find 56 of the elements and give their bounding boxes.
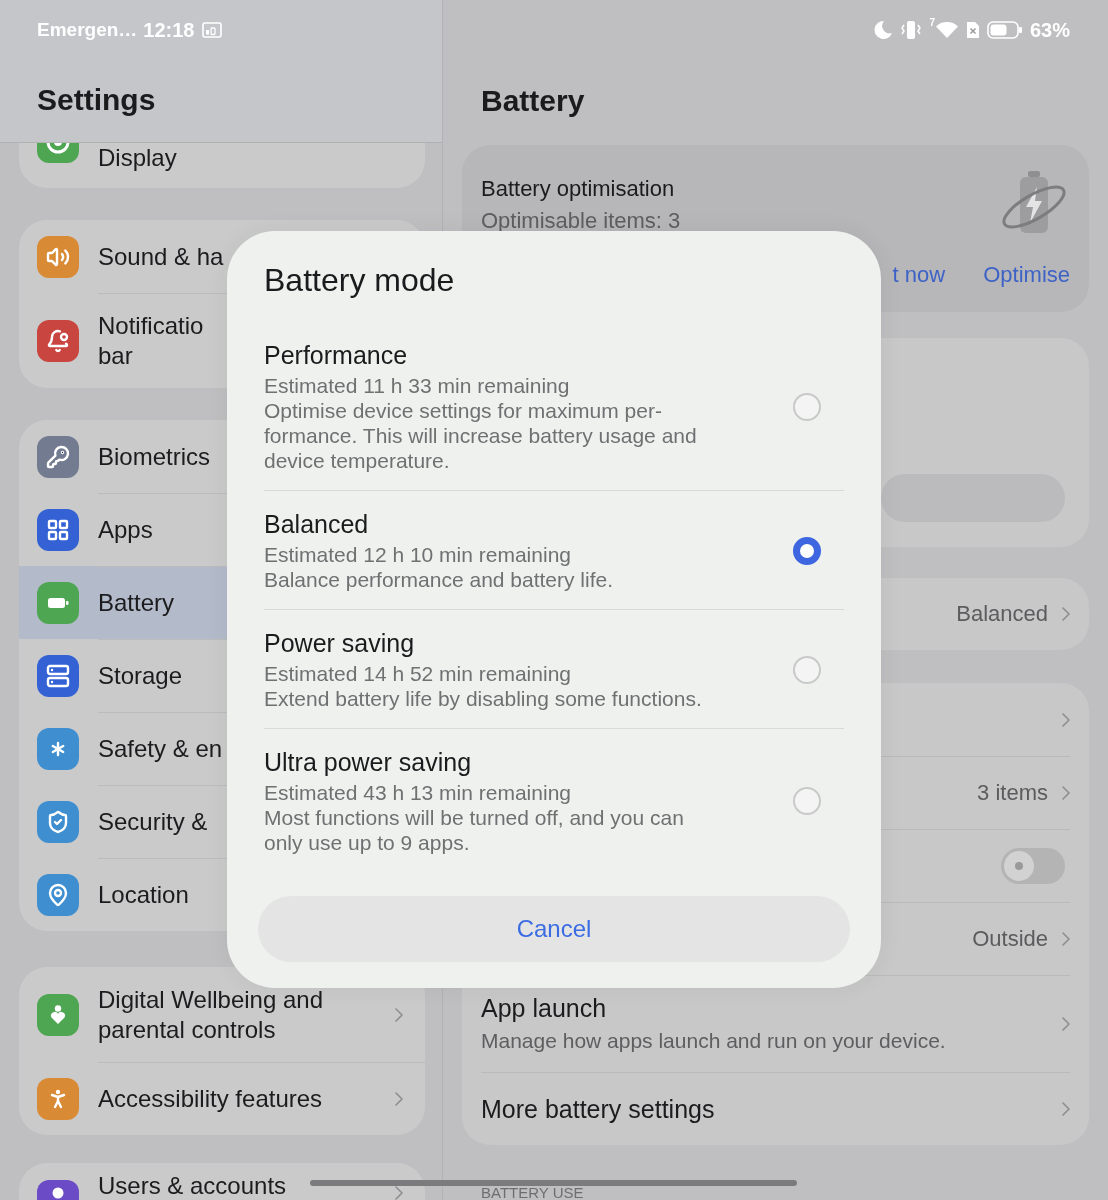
moon-icon: [873, 20, 894, 40]
sidebar-item[interactable]: Sound & ha: [19, 220, 227, 293]
radio-button[interactable]: [793, 655, 821, 684]
option-description: Most functions will be turned off, and you can only use up to 9 apps.: [264, 805, 684, 855]
row-value: Outside: [972, 925, 1048, 953]
clock: 12:18: [143, 18, 195, 42]
screen-icon: [202, 22, 223, 38]
row-value: Balanced: [956, 600, 1048, 628]
chevron-icon: [1062, 1017, 1070, 1031]
cancel-button[interactable]: Cancel: [258, 896, 850, 962]
toggle-switch[interactable]: [1001, 848, 1065, 884]
option-description: Optimise device settings for maximum per- formance. This will increase battery usage and device temperature.: [264, 398, 697, 473]
chevron-icon: [1062, 712, 1070, 727]
sidebar-item[interactable]: Battery: [19, 566, 227, 639]
option-title: Power saving: [264, 628, 415, 658]
sim-icon: [965, 21, 980, 39]
option-title: Ultra power saving: [264, 747, 472, 777]
chevron-icon: [1062, 932, 1070, 946]
sidebar-item[interactable]: Location: [19, 858, 227, 931]
sidebar-item[interactable]: Display: [19, 143, 227, 188]
row-value: 3 items: [977, 779, 1048, 807]
vibrate-icon: [900, 20, 923, 40]
radio-button[interactable]: [793, 787, 821, 815]
radio-button[interactable]: [793, 392, 821, 421]
chevron-icon: [1062, 786, 1070, 800]
sidebar-item[interactable]: Accessibility features: [19, 1062, 425, 1135]
battery-percent: 63%: [1029, 18, 1070, 42]
option-description: Balance performance and battery life.: [264, 567, 614, 592]
page-title: Battery: [481, 83, 585, 119]
row-subtitle: Manage how apps launch and run on your device.: [481, 1028, 946, 1054]
row-title: More battery settings: [481, 1094, 715, 1124]
sidebar-item[interactable]: Notificatio bar: [19, 293, 227, 388]
battery-icon: [986, 21, 1023, 39]
network-label: 7: [929, 18, 935, 28]
dialog-title: Battery mode: [264, 262, 455, 298]
chevron-icon: [1062, 1102, 1070, 1116]
wifi-icon: [934, 21, 959, 39]
card-title: Battery optimisation: [481, 175, 675, 203]
radio-button[interactable]: [793, 536, 821, 565]
status-text: Emergen…: [37, 18, 138, 42]
chevron-icon: [1062, 607, 1070, 621]
option-estimate: Estimated 43 h 13 min remaining: [264, 780, 571, 805]
option-estimate: Estimated 12 h 10 min remaining: [264, 542, 571, 567]
row-title: App launch: [481, 993, 607, 1023]
option-description: Extend battery life by disabling some functions.: [264, 686, 702, 711]
sidebar-item[interactable]: Apps: [19, 493, 227, 566]
option-estimate: Estimated 11 h 33 min remaining: [264, 373, 570, 398]
section-label: BATTERY USE: [481, 1186, 584, 1200]
sidebar-item[interactable]: Storage: [19, 639, 227, 712]
sidebar-item[interactable]: Biometrics: [19, 420, 227, 493]
page-title: Settings: [37, 82, 156, 118]
option-estimate: Estimated 14 h 52 min remaining: [264, 661, 571, 686]
option-title: Performance: [264, 340, 408, 370]
option-title: Balanced: [264, 509, 369, 539]
sidebar-item[interactable]: Digital Wellbeing and parental controls: [19, 967, 425, 1062]
card-subtitle: Optimisable items: 3: [481, 207, 681, 235]
